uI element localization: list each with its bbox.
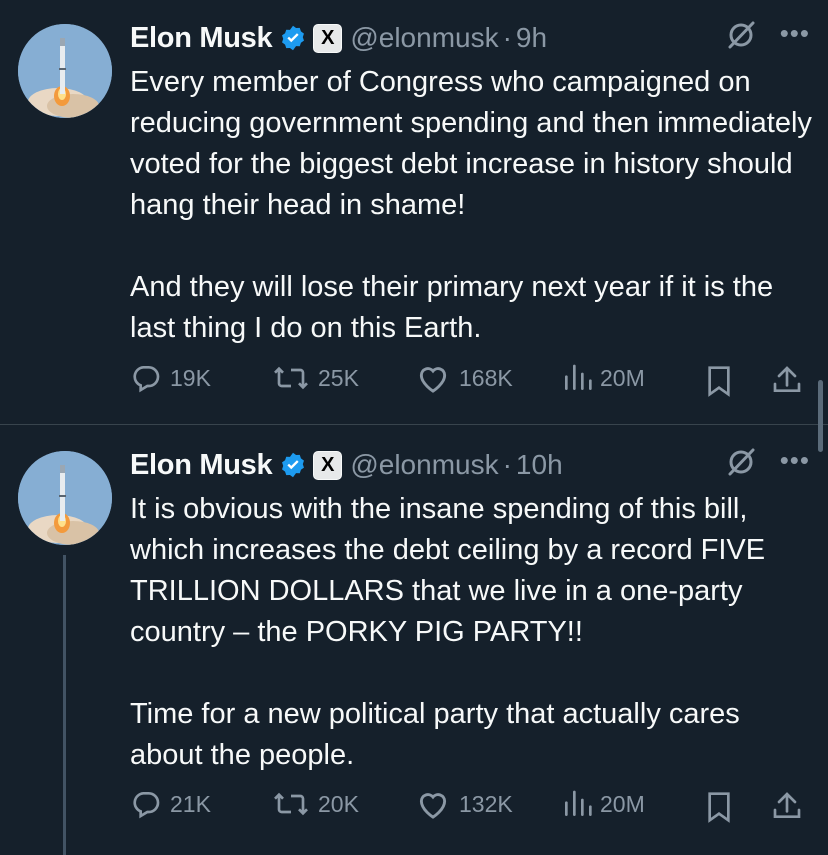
heart-icon [419, 367, 447, 393]
like-count: 168K [459, 364, 513, 391]
rocket-launch-icon [18, 24, 112, 118]
reply-button[interactable]: 19K [130, 362, 211, 394]
views-icon [565, 364, 592, 390]
tweet-text: It is obvious with the insane spending o… [130, 493, 766, 771]
like-button[interactable]: 132K [415, 788, 513, 820]
affiliate-badge[interactable]: X [313, 23, 343, 53]
views-icon [565, 790, 592, 816]
views-button[interactable]: 20M [562, 788, 645, 820]
reply-icon [133, 792, 160, 819]
avatar[interactable] [18, 24, 112, 118]
tweet-actions: 21K 20K 132K 20M [130, 788, 810, 828]
like-button[interactable]: 168K [415, 362, 513, 394]
bookmark-icon[interactable] [705, 791, 733, 823]
tweet[interactable]: Elon Musk X @elonmusk · 9h ••• Every mem… [0, 0, 828, 425]
like-count: 132K [459, 790, 513, 817]
verified-badge-icon [282, 452, 305, 478]
reply-icon [133, 366, 160, 393]
reply-button[interactable]: 21K [130, 788, 211, 820]
avatar[interactable] [18, 451, 112, 545]
author-handle[interactable]: @elonmusk [350, 22, 498, 54]
author-handle[interactable]: @elonmusk [350, 449, 498, 481]
more-options-icon[interactable]: ••• [780, 18, 810, 49]
repost-count: 20K [318, 790, 359, 817]
repost-icon [274, 792, 308, 816]
tweet-text: Every member of Congress who campaigned … [130, 66, 812, 344]
timestamp[interactable]: 10h [516, 449, 563, 481]
view-count: 20M [600, 364, 645, 391]
heart-icon [419, 793, 447, 819]
separator: · [502, 22, 512, 53]
reply-count: 19K [170, 364, 211, 391]
more-options-icon[interactable]: ••• [780, 445, 810, 476]
share-icon[interactable] [770, 790, 804, 822]
tweet-header: Elon Musk X @elonmusk · 9h ••• [130, 18, 820, 58]
tweet[interactable]: Elon Musk X @elonmusk · 10h ••• It is ob… [0, 425, 828, 855]
views-button[interactable]: 20M [562, 362, 645, 394]
repost-button[interactable]: 20K [272, 788, 359, 820]
thread-line [63, 555, 66, 855]
affiliate-badge[interactable]: X [313, 450, 343, 480]
author-name[interactable]: Elon Musk [130, 449, 273, 482]
grok-icon[interactable] [726, 20, 756, 50]
reply-count: 21K [170, 790, 211, 817]
repost-count: 25K [318, 364, 359, 391]
repost-icon [274, 366, 308, 390]
repost-button[interactable]: 25K [272, 362, 359, 394]
view-count: 20M [600, 790, 645, 817]
tweet-actions: 19K 25K 168K 20M [130, 362, 810, 402]
verified-badge-icon [282, 25, 305, 51]
author-name[interactable]: Elon Musk [130, 22, 273, 55]
grok-icon[interactable] [726, 447, 756, 477]
rocket-launch-icon [18, 451, 112, 545]
timestamp[interactable]: 9h [516, 22, 547, 54]
share-icon[interactable] [770, 364, 804, 396]
tweet-header: Elon Musk X @elonmusk · 10h ••• [130, 445, 820, 485]
scrollbar[interactable] [818, 380, 823, 452]
bookmark-icon[interactable] [705, 365, 733, 397]
separator: · [502, 449, 512, 480]
